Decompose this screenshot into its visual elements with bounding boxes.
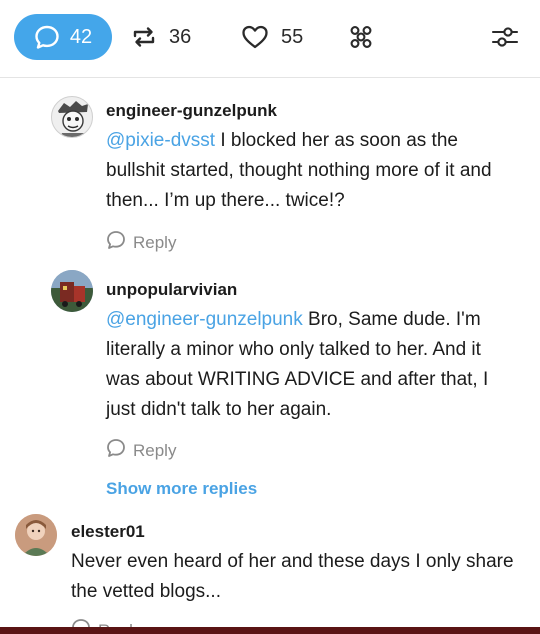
mention-link[interactable]: @engineer-gunzelpunk (106, 309, 303, 330)
mention-link[interactable]: @pixie-dvsst (106, 130, 215, 151)
comments-count: 42 (69, 25, 93, 48)
avatar[interactable] (15, 514, 57, 556)
speech-bubble-icon (106, 230, 126, 255)
apps-button[interactable] (347, 14, 375, 60)
comment-username[interactable]: unpopularvivian (106, 280, 237, 300)
heart-icon (241, 24, 269, 50)
reply-label: Reply (133, 232, 177, 252)
speech-bubble-icon (106, 438, 126, 463)
avatar[interactable] (51, 96, 93, 138)
likes-count: 55 (281, 25, 304, 48)
comments-tab[interactable]: 42 (14, 14, 112, 60)
bottom-edge-bar (0, 627, 540, 634)
reblog-icon (131, 24, 157, 50)
comment-body: @engineer-gunzelpunk Bro, Same dude. I'm… (106, 305, 516, 425)
comment-text: Never even heard of her and these days I… (71, 551, 514, 602)
reply-button[interactable]: Reply (106, 230, 176, 255)
reply-label: Reply (133, 440, 177, 460)
avatar[interactable] (51, 270, 93, 312)
post-activity-bar: 42 36 55 (0, 0, 540, 78)
apps-icon (347, 23, 375, 51)
comment-username[interactable]: engineer-gunzelpunk (106, 101, 277, 121)
comment-body: Never even heard of her and these days I… (71, 547, 516, 607)
comment-username[interactable]: elester01 (71, 522, 145, 542)
reblogs-tab[interactable]: 36 (131, 14, 191, 60)
likes-tab[interactable]: 55 (241, 14, 303, 60)
show-more-replies-link[interactable]: Show more replies (106, 479, 257, 499)
reply-button[interactable]: Reply (106, 438, 176, 463)
comment-body: @pixie-dvsst I blocked her as soon as th… (106, 126, 516, 216)
speech-bubble-icon (34, 24, 60, 50)
filter-button[interactable] (490, 14, 520, 60)
sliders-icon (490, 23, 520, 51)
reblogs-count: 36 (169, 25, 192, 48)
